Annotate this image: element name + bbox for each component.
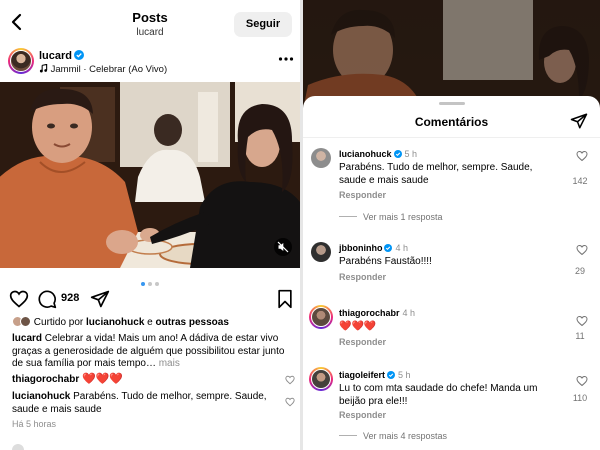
- carousel-indicator: [0, 273, 300, 286]
- preview-comment-user[interactable]: thiagorochabr: [12, 374, 79, 385]
- post-photo[interactable]: [0, 82, 300, 268]
- comment-text: Parabéns Faustão!!!!: [339, 256, 432, 267]
- comment-like-icon[interactable]: [285, 375, 295, 385]
- comment-like-count: 11: [575, 331, 585, 341]
- view-replies-link[interactable]: Ver mais 4 respostas: [339, 431, 447, 441]
- comment-like-icon[interactable]: [285, 397, 295, 407]
- carousel-dot: [155, 282, 159, 286]
- caption-text: Celebrar a vida! Mais um ano! A dádiva d…: [12, 333, 285, 369]
- view-replies-label[interactable]: Ver mais 1 resposta: [363, 212, 443, 222]
- reply-button[interactable]: Responder: [339, 410, 386, 420]
- caption-more-link[interactable]: mais: [156, 358, 180, 369]
- commenter-username[interactable]: lucianohuck: [339, 149, 392, 159]
- commenter-name[interactable]: tiagoleifert 5 h: [339, 370, 411, 380]
- verified-badge-icon: [393, 150, 402, 158]
- commenter-name[interactable]: jbboninho 4 h: [339, 243, 408, 253]
- comment-time: 4 h: [402, 308, 416, 318]
- commenter-name[interactable]: lucianohuck 5 h: [339, 149, 417, 159]
- replies-line: [339, 216, 357, 217]
- view-replies-label[interactable]: Ver mais 4 respostas: [363, 431, 447, 441]
- post-author-row: lucard Jammil · Celebrar (Ao Vivo): [0, 44, 300, 82]
- commenter-avatar[interactable]: [309, 305, 333, 329]
- verified-badge-icon: [387, 371, 396, 379]
- post-photo-image: [0, 82, 300, 268]
- more-options-icon[interactable]: [278, 54, 294, 64]
- comment-like-count: 29: [574, 266, 585, 276]
- comment-bubble-icon[interactable]: [37, 289, 57, 309]
- sheet-grabber[interactable]: [439, 102, 465, 105]
- share-plane-icon[interactable]: [90, 289, 110, 309]
- comment-text: ❤️❤️❤️: [339, 321, 377, 332]
- liked-by-others[interactable]: outras pessoas: [156, 317, 229, 328]
- comment-like-icon[interactable]: [576, 375, 588, 387]
- next-post-avatar: [12, 444, 24, 450]
- view-replies-link[interactable]: Ver mais 1 resposta: [339, 212, 443, 222]
- post-view: Posts lucard Seguir lucard Jammil · Cele…: [0, 0, 300, 450]
- preview-comment: lucianohuck Parabéns. Tudo de melhor, se…: [12, 391, 280, 416]
- comment-time: 4 h: [395, 243, 408, 253]
- post-caption: lucard Celebrar a vida! Mais um ano! A d…: [12, 333, 296, 371]
- comments-sheet: Comentários lucianohuck 5 h Parabéns. Tud…: [303, 96, 600, 450]
- comment-text: Lu to com mta saudade do chefe! Manda um…: [339, 383, 538, 407]
- verified-badge-icon: [74, 50, 85, 60]
- comment-time: 5 h: [398, 370, 411, 380]
- bookmark-icon[interactable]: [275, 289, 295, 309]
- post-timestamp: Há 5 horas: [12, 419, 57, 429]
- liked-by-line[interactable]: Curtido por lucianohuck e outras pessoas: [12, 316, 229, 330]
- preview-comment-text: ❤️❤️❤️: [82, 373, 124, 385]
- author-avatar[interactable]: [8, 48, 34, 74]
- comment-like-icon[interactable]: [576, 315, 588, 327]
- commenter-name[interactable]: thiagorochabr 4 h: [339, 308, 415, 318]
- commenter-avatar[interactable]: [311, 148, 331, 168]
- comments-title: Comentários: [414, 115, 489, 129]
- liked-by-join: e: [144, 317, 156, 328]
- comment-count: 928: [61, 292, 80, 304]
- commenter-avatar[interactable]: [309, 367, 333, 391]
- dimmed-post-photo: [303, 0, 600, 110]
- author-name[interactable]: lucard: [39, 50, 85, 62]
- comment-like-icon[interactable]: [576, 150, 588, 162]
- reply-button[interactable]: Responder: [339, 337, 386, 347]
- commenter-username[interactable]: tiagoleifert: [339, 370, 385, 380]
- top-bar: Posts lucard Seguir: [0, 0, 300, 44]
- share-plane-icon[interactable]: [570, 112, 588, 130]
- author-username[interactable]: lucard: [39, 50, 72, 62]
- caption-username[interactable]: lucard: [12, 333, 42, 344]
- liker-avatar: [20, 316, 31, 327]
- preview-comment: thiagorochabr ❤️❤️❤️: [12, 373, 280, 387]
- post-actions: 928: [0, 287, 300, 311]
- comment-like-count: 110: [572, 393, 588, 403]
- follow-button[interactable]: Seguir: [234, 12, 292, 37]
- replies-line: [339, 435, 357, 436]
- liked-by-user[interactable]: lucianohuck: [86, 317, 144, 328]
- comment-like-icon[interactable]: [576, 244, 588, 256]
- liked-by-prefix: Curtido por: [33, 317, 87, 328]
- carousel-dot: [141, 282, 145, 286]
- mute-toggle-icon[interactable]: [274, 238, 292, 256]
- verified-badge-icon: [384, 244, 393, 252]
- comment-like-count: 142: [572, 176, 588, 186]
- commenter-username[interactable]: jbboninho: [339, 243, 382, 253]
- preview-comment-user[interactable]: lucianohuck: [12, 391, 70, 402]
- music-note-icon: [39, 63, 48, 73]
- commenter-avatar[interactable]: [311, 242, 331, 262]
- comments-view: Comentários lucianohuck 5 h Parabéns. Tud…: [303, 0, 600, 450]
- comment-time: 5 h: [404, 149, 418, 159]
- carousel-dot: [148, 282, 152, 286]
- like-heart-icon[interactable]: [9, 289, 29, 309]
- comment-text: Parabéns. Tudo de melhor, sempre. Saude,…: [339, 162, 533, 186]
- music-label[interactable]: Jammil · Celebrar (Ao Vivo): [51, 64, 168, 75]
- commenter-username[interactable]: thiagorochabr: [339, 308, 400, 318]
- reply-button[interactable]: Responder: [339, 190, 386, 200]
- reply-button[interactable]: Responder: [339, 272, 386, 282]
- sheet-divider: [303, 137, 600, 138]
- music-attribution[interactable]: Jammil · Celebrar (Ao Vivo): [39, 63, 168, 75]
